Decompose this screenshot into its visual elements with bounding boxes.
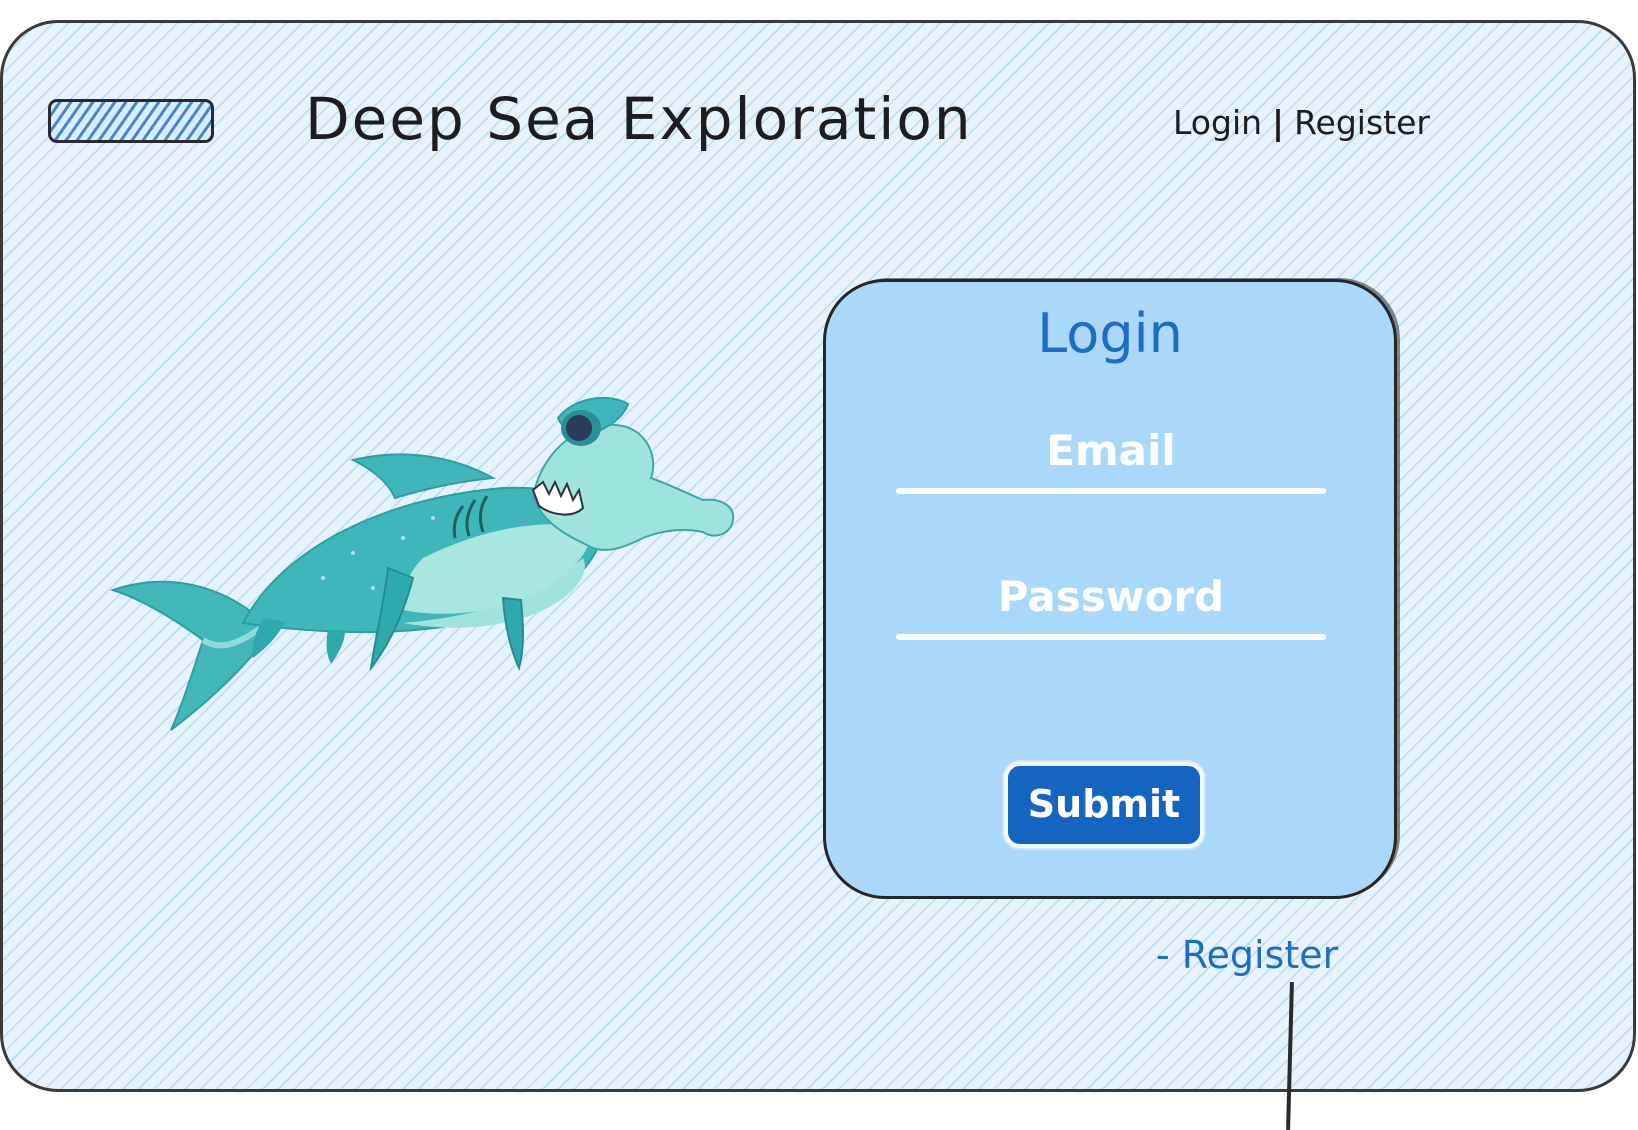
- email-placeholder: Email: [1046, 426, 1176, 475]
- top-nav: Login | Register: [1173, 103, 1430, 142]
- page-frame: Deep Sea Exploration Login | Register Lo…: [0, 20, 1636, 1092]
- register-link[interactable]: - Register: [1156, 933, 1338, 977]
- nav-separator: |: [1272, 103, 1285, 142]
- email-underline: [896, 488, 1326, 494]
- login-card-title: Login: [1037, 302, 1183, 365]
- email-field[interactable]: Email: [896, 422, 1326, 494]
- hammerhead-shark-icon: [109, 396, 735, 731]
- password-underline: [896, 634, 1326, 640]
- password-field[interactable]: Password: [896, 568, 1326, 640]
- password-placeholder: Password: [997, 572, 1225, 621]
- nav-register-link[interactable]: Register: [1294, 103, 1430, 142]
- login-card: Login Email Password Submit: [823, 279, 1397, 899]
- logo-icon[interactable]: [48, 99, 214, 143]
- submit-button[interactable]: Submit: [1004, 762, 1204, 848]
- nav-login-link[interactable]: Login: [1173, 103, 1262, 142]
- site-title: Deep Sea Exploration: [305, 85, 973, 153]
